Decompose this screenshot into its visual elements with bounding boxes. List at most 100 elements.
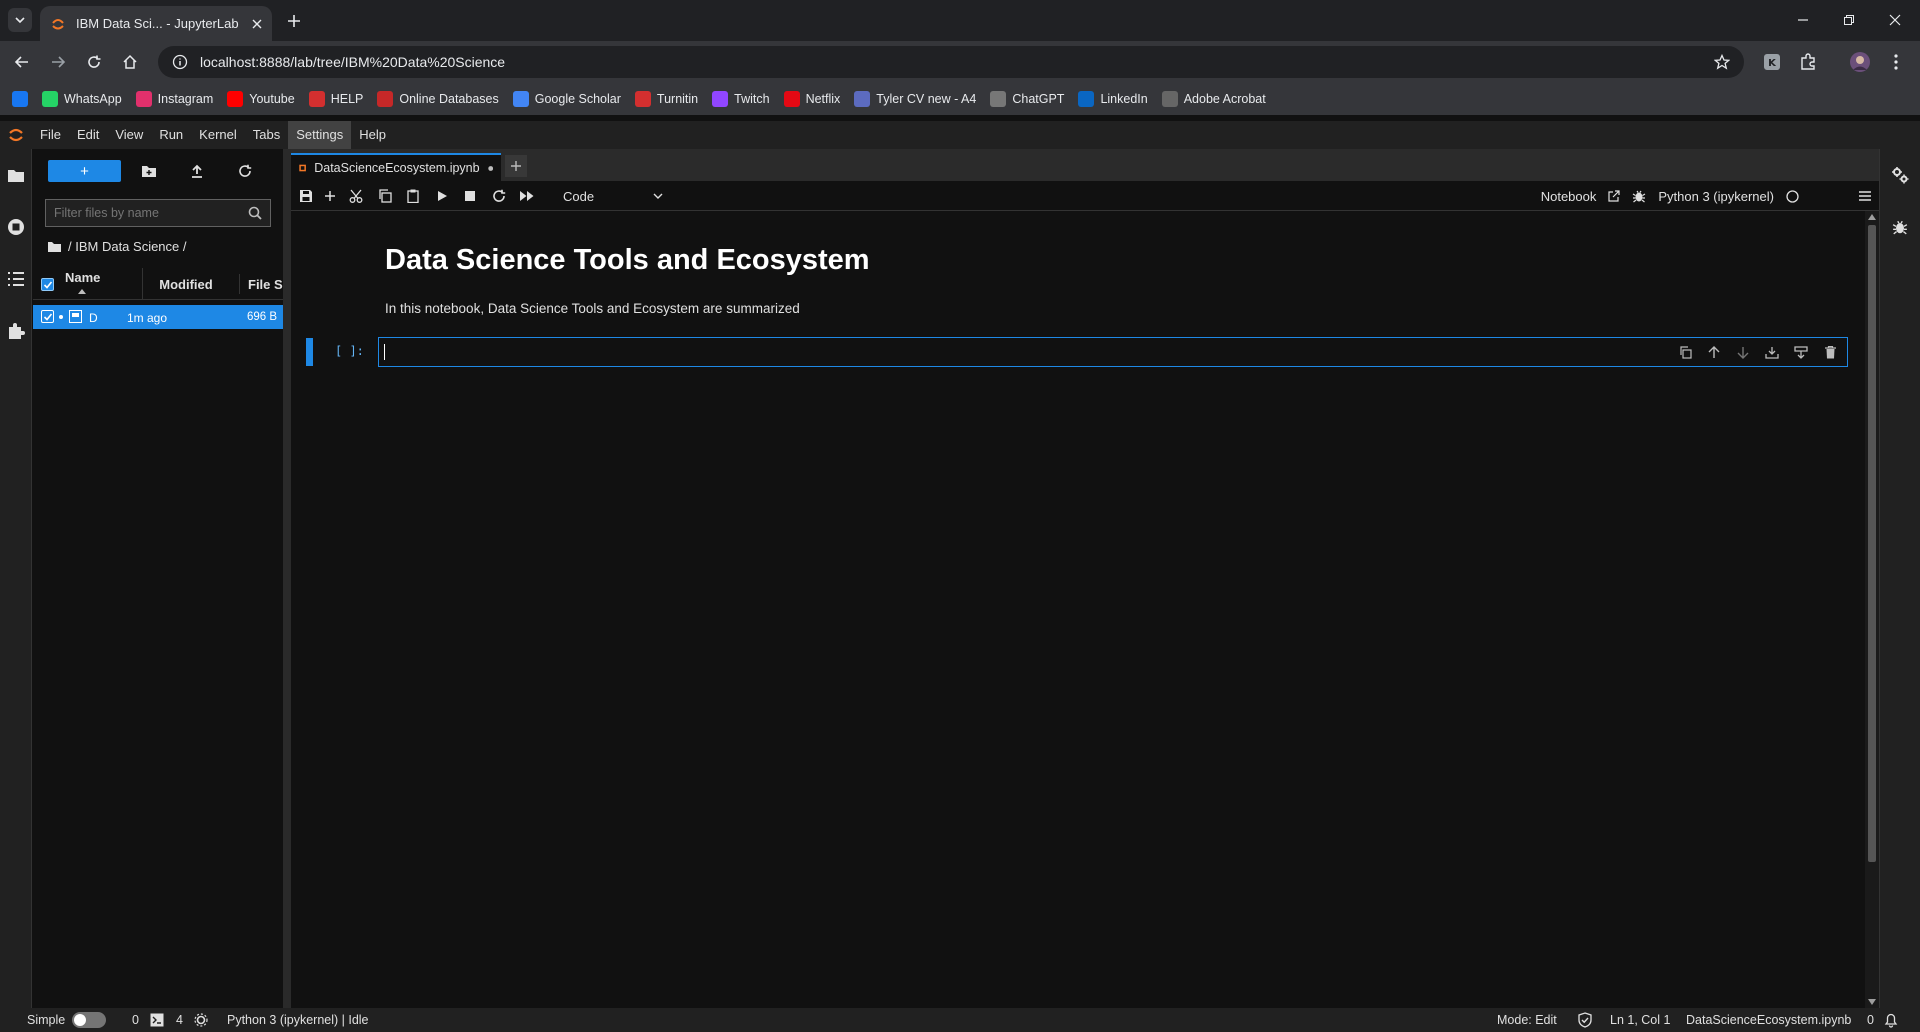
save-button[interactable] <box>297 187 315 205</box>
kernels-count[interactable]: 4 <box>176 1013 183 1027</box>
browser-tab-active[interactable]: IBM Data Sci... - JupyterLab <box>40 6 272 41</box>
open-in-notebook-link[interactable]: Notebook <box>1541 189 1597 204</box>
kernel-status[interactable]: Python 3 (ipykernel) | Idle <box>227 1013 369 1027</box>
new-tab-button[interactable] <box>282 9 306 33</box>
browser-menu-button[interactable] <box>1884 50 1908 74</box>
column-modified-header[interactable]: Modified <box>141 277 231 292</box>
cursor-position[interactable]: Ln 1, Col 1 <box>1610 1013 1670 1027</box>
menu-tabs[interactable]: Tabs <box>245 121 288 149</box>
bookmark-online-databases[interactable]: Online Databases <box>377 91 499 107</box>
back-button[interactable] <box>10 50 34 74</box>
menu-settings[interactable]: Settings <box>288 121 352 149</box>
upload-button[interactable] <box>185 160 209 182</box>
bookmark-linkedin[interactable]: LinkedIn <box>1078 91 1148 107</box>
simple-mode-toggle[interactable] <box>72 1012 106 1028</box>
file-row[interactable]: D 1m ago 696 B <box>33 305 283 329</box>
scrollbar-thumb[interactable] <box>1868 225 1876 862</box>
forward-button[interactable] <box>46 50 70 74</box>
column-name-header[interactable]: Name <box>65 268 143 300</box>
restart-run-all-button[interactable] <box>518 187 536 205</box>
select-all-checkbox[interactable] <box>41 278 54 291</box>
move-cell-up-button[interactable] <box>1705 343 1723 361</box>
insert-cell-button[interactable] <box>321 187 339 205</box>
paste-button[interactable] <box>404 187 422 205</box>
insert-cell-above-button[interactable] <box>1763 343 1781 361</box>
menu-run[interactable]: Run <box>151 121 191 149</box>
notebook-scrollbar[interactable] <box>1865 211 1879 1008</box>
add-tab-button[interactable] <box>505 155 527 177</box>
interrupt-kernel-button[interactable] <box>461 187 479 205</box>
shield-check-icon[interactable] <box>1578 1012 1592 1028</box>
kernel-name[interactable]: Python 3 (ipykernel) <box>1658 189 1774 204</box>
site-info-icon[interactable] <box>172 54 188 70</box>
run-cell-button[interactable] <box>433 187 451 205</box>
tab-search-button[interactable] <box>8 8 32 32</box>
terminals-count[interactable]: 0 <box>132 1013 139 1027</box>
close-icon[interactable] <box>252 19 262 29</box>
copy-button[interactable] <box>376 187 394 205</box>
restore-button[interactable] <box>1826 8 1872 32</box>
cell-type-select[interactable]: Code <box>563 187 663 205</box>
kernel-gear-icon[interactable] <box>194 1013 208 1027</box>
file-filter-input[interactable]: Filter files by name <box>45 199 271 227</box>
new-launcher-button[interactable]: + <box>48 160 121 182</box>
bookmark-tyler-cv-new-a4[interactable]: Tyler CV new - A4 <box>854 91 976 107</box>
reload-button[interactable] <box>82 50 106 74</box>
new-folder-button[interactable] <box>137 160 161 182</box>
notebook-tab[interactable]: DataScienceEcosystem.ipynb <box>291 153 501 181</box>
duplicate-cell-button[interactable] <box>1676 343 1694 361</box>
bookmark-star-icon[interactable] <box>1714 54 1730 70</box>
extension-manager-tab[interactable] <box>4 319 28 343</box>
terminal-icon[interactable] <box>150 1013 164 1027</box>
bookmark-twitch[interactable]: Twitch <box>712 91 770 107</box>
bookmark-whatsapp[interactable]: WhatsApp <box>42 91 122 107</box>
unsaved-dot-icon[interactable] <box>487 164 493 173</box>
move-cell-down-button[interactable] <box>1734 343 1752 361</box>
delete-cell-button[interactable] <box>1821 343 1839 361</box>
menu-view[interactable]: View <box>107 121 151 149</box>
column-size-header[interactable]: File Si <box>248 277 283 292</box>
bookmark-google-scholar[interactable]: Google Scholar <box>512 91 621 107</box>
bookmark-chatgpt[interactable]: ChatGPT <box>990 91 1064 107</box>
scroll-down-icon[interactable] <box>1868 999 1876 1005</box>
bookmark-help[interactable]: HELP <box>308 91 363 107</box>
debugger-bug-icon[interactable] <box>1632 189 1646 203</box>
home-button[interactable] <box>118 50 142 74</box>
bookmark-instagram[interactable]: Instagram <box>135 91 213 107</box>
file-browser-tab[interactable] <box>4 163 28 187</box>
property-inspector-button[interactable] <box>1856 187 1874 205</box>
bookmark-adobe-acrobat[interactable]: Adobe Acrobat <box>1161 91 1266 107</box>
address-bar[interactable]: localhost:8888/lab/tree/IBM%20Data%20Sci… <box>158 46 1744 78</box>
extensions-button[interactable] <box>1796 50 1820 74</box>
property-inspector-tab[interactable] <box>1888 163 1912 187</box>
minimize-button[interactable] <box>1780 8 1826 32</box>
panel-splitter[interactable] <box>283 149 291 1008</box>
external-link-icon[interactable] <box>1608 190 1620 202</box>
bookmark-facebook[interactable] <box>12 91 28 107</box>
menu-edit[interactable]: Edit <box>69 121 107 149</box>
profile-avatar[interactable] <box>1848 50 1872 74</box>
running-kernels-tab[interactable] <box>4 215 28 239</box>
bookmark-youtube[interactable]: Youtube <box>227 91 295 107</box>
insert-cell-below-button[interactable] <box>1792 343 1810 361</box>
menu-file[interactable]: File <box>32 121 69 149</box>
scroll-up-icon[interactable] <box>1868 214 1876 220</box>
arrow-up-icon <box>1708 345 1720 358</box>
refresh-button[interactable] <box>233 160 257 182</box>
code-cell-editor[interactable] <box>378 337 1848 367</box>
extension-k-button[interactable]: K <box>1760 50 1784 74</box>
bell-icon[interactable] <box>1884 1012 1898 1028</box>
debugger-tab[interactable] <box>1888 215 1912 239</box>
file-checkbox[interactable] <box>41 310 54 323</box>
cut-button[interactable] <box>347 187 365 205</box>
window-close-button[interactable] <box>1872 8 1918 32</box>
twitch-icon <box>712 91 729 107</box>
bookmark-turnitin[interactable]: Turnitin <box>634 91 698 107</box>
breadcrumb[interactable]: / IBM Data Science / <box>47 239 187 254</box>
notification-count[interactable]: 0 <box>1867 1013 1874 1027</box>
menu-help[interactable]: Help <box>351 121 394 149</box>
menu-kernel[interactable]: Kernel <box>191 121 245 149</box>
bookmark-netflix[interactable]: Netflix <box>783 91 840 107</box>
restart-kernel-button[interactable] <box>490 187 508 205</box>
table-of-contents-tab[interactable] <box>4 267 28 291</box>
